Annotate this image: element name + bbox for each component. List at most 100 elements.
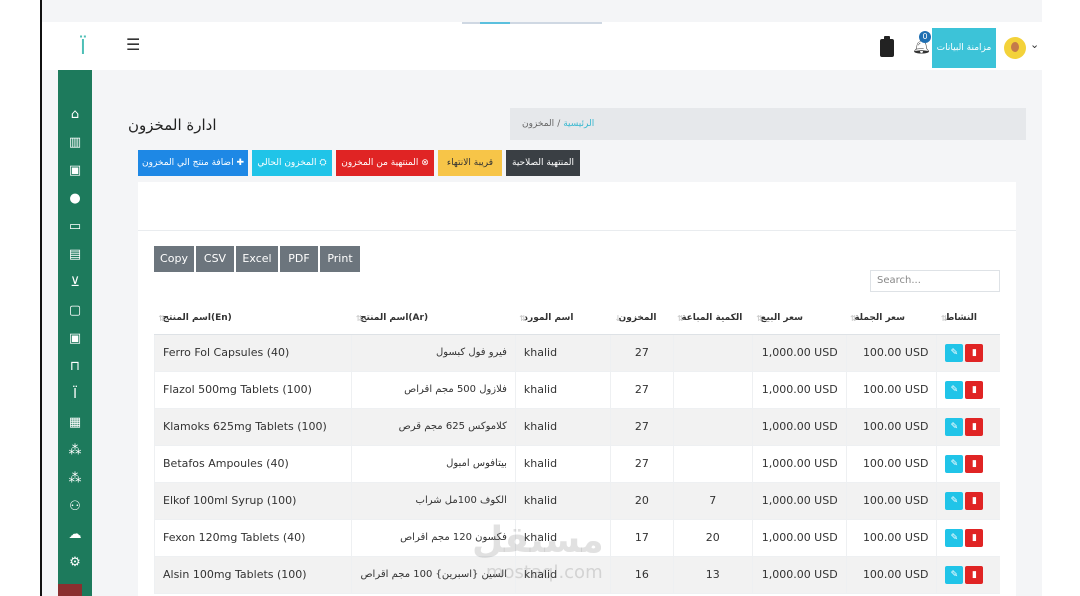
csv-button[interactable]: CSV [196,246,234,272]
table-row: Klamoks 625mg Tablets (100) كلاموكس 625 … [153,408,1000,446]
cell-stock: 20 [610,482,674,520]
logo-icon[interactable]: Ï [70,34,96,60]
cell-supplier: khalid [514,371,611,409]
trash-icon[interactable]: ▮ [965,528,984,547]
table-row: Ferro Fol Capsules (40) فيرو فول كبسول k… [153,334,1000,372]
edit-icon[interactable]: ✎ [945,380,964,399]
trash-icon[interactable]: ▮ [965,565,984,584]
add-to-inventory-button[interactable]: ✚ اضافة منتج الي المخزون [138,150,248,176]
cell-activity: ✎ ▮ [936,408,1000,446]
cell-stock: 27 [610,334,674,372]
page-title: ادارة المخزون [128,116,217,134]
medical-bag-icon[interactable]: ▣ [58,328,92,350]
cell-sold [672,408,753,446]
top-navbar: Ï ☰ 🔔︎ 0 مزامنة البيانات ⌄ [42,22,1042,70]
edit-icon[interactable]: ✎ [945,454,964,473]
edit-icon[interactable]: ✎ [945,417,964,436]
col-stock[interactable]: المخزون ↓ [610,302,674,335]
pdf-button[interactable]: PDF [280,246,318,272]
search-input[interactable]: Search... [870,270,1000,292]
cell-supplier: khalid [514,482,611,520]
home-icon[interactable]: ⌂ [58,104,92,126]
gear-icon[interactable]: ⚙ [58,552,92,574]
expired-validity-button[interactable]: المنتهية الصلاحية [506,150,580,176]
cell-sale-price: 1,000.00 USD [751,334,847,372]
hamburger-menu-icon[interactable]: ☰ [126,36,146,54]
cell-sold: 7 [672,482,753,520]
cloud-icon[interactable]: ☁ [58,524,92,546]
trash-icon[interactable]: ▮ [965,343,984,362]
user-icon[interactable]: ● [58,188,92,210]
group-icon[interactable]: ⁂ [58,468,92,490]
watermark-arabic: مستقل [472,520,604,561]
col-sale-price[interactable]: سعر البيع ⇅ [752,302,847,335]
col-wholesale[interactable]: سعر الجملة ⇅ [846,302,937,335]
cell-name-ar: كلاموكس 625 مجم قرص [351,408,516,446]
cell-wholesale: 100.00 USD [845,408,937,446]
lock-icon[interactable]: ⊓ [58,356,92,378]
expired-from-inventory-button[interactable]: ⊗ المنتهية من المخزون [336,150,434,176]
cell-stock: 27 [610,408,674,446]
trash-icon[interactable]: ▮ [965,454,984,473]
cart-icon[interactable]: ⊻ [58,272,92,294]
col-sold[interactable]: الكمية المباعة ⇅ [673,302,753,335]
excel-button[interactable]: Excel [236,246,278,272]
col-name-en[interactable]: (En)اسم المنتج ⇅ [154,302,352,335]
cell-activity: ✎ ▮ [936,334,1000,372]
trash-icon[interactable]: ▮ [965,417,984,436]
document-icon[interactable]: ▤ [58,244,92,266]
edit-icon[interactable]: ✎ [945,528,964,547]
table-row: Betafos Ampoules (40) بيتافوس امبول khal… [153,445,1000,483]
cell-activity: ✎ ▮ [936,519,1000,557]
table-row: Elkof 100ml Syrup (100) الكوف 100مل شراب… [153,482,1000,520]
cell-stock: 27 [610,371,674,409]
stats-icon[interactable]: ▥ [58,132,92,154]
cell-sale-price: 1,000.00 USD [751,371,847,409]
cell-sale-price: 1,000.00 USD [751,408,847,446]
card-icon[interactable]: ▭ [58,216,92,238]
pharmacy-icon[interactable]: Ï [58,384,92,406]
cell-sold [672,371,753,409]
cell-supplier: khalid [514,334,611,372]
col-activity[interactable]: النشاط ⇅ [936,302,1000,335]
watermark-latin: mostaql.com [486,562,603,583]
cell-stock: 16 [610,556,674,594]
cell-sale-price: 1,000.00 USD [751,445,847,483]
copy-button[interactable]: Copy [154,246,194,272]
breadcrumb: الرئيسية/المخزون [510,108,1026,140]
breadcrumb-home[interactable]: الرئيسية [563,119,594,129]
edit-icon[interactable]: ✎ [945,343,964,362]
cell-wholesale: 100.00 USD [845,334,937,372]
col-name-ar[interactable]: (Ar)اسم المنتج ⇅ [351,302,516,335]
current-inventory-button[interactable]: ⛭ المخزون الحالي [252,150,332,176]
building-icon[interactable]: ▦ [58,412,92,434]
user-plus-icon[interactable]: ⚇ [58,496,92,518]
trash-icon[interactable]: ▮ [965,491,984,510]
chevron-down-icon[interactable]: ⌄ [1030,38,1039,51]
trash-icon[interactable]: ▮ [965,380,984,399]
breadcrumb-separator: / [557,119,561,129]
cell-stock: 27 [610,445,674,483]
cell-name-en: Fexon 120mg Tablets (40) [153,519,352,557]
col-supplier[interactable]: اسم المورد ⇅ [515,302,611,335]
cell-sold: 20 [672,519,753,557]
cell-name-en: Klamoks 625mg Tablets (100) [153,408,352,446]
avatar[interactable] [1004,37,1026,59]
clipboard-icon[interactable] [880,36,894,57]
cell-stock: 17 [610,519,674,557]
app-frame: Ï ☰ 🔔︎ 0 مزامنة البيانات ⌄ ⌂ ▥ ▣ ● ▭ ▤ ⊻… [40,0,1042,596]
medical-kit-icon[interactable]: ▣ [58,160,92,182]
cell-name-ar: فلازول 500 مجم اقراص [351,371,516,409]
near-expiry-button[interactable]: قريبة الانتهاء [438,150,502,176]
edit-icon[interactable]: ✎ [945,491,964,510]
sync-data-button[interactable]: مزامنة البيانات [932,28,996,68]
cell-name-en: Betafos Ampoules (40) [153,445,352,483]
edit-icon[interactable]: ✎ [945,565,964,584]
truck-icon[interactable]: ▢ [58,300,92,322]
cell-activity: ✎ ▮ [936,371,1000,409]
cell-activity: ✎ ▮ [936,556,1000,594]
cell-wholesale: 100.00 USD [845,371,937,409]
print-button[interactable]: Print [320,246,360,272]
cell-wholesale: 100.00 USD [845,445,937,483]
users-icon[interactable]: ⁂ [58,440,92,462]
